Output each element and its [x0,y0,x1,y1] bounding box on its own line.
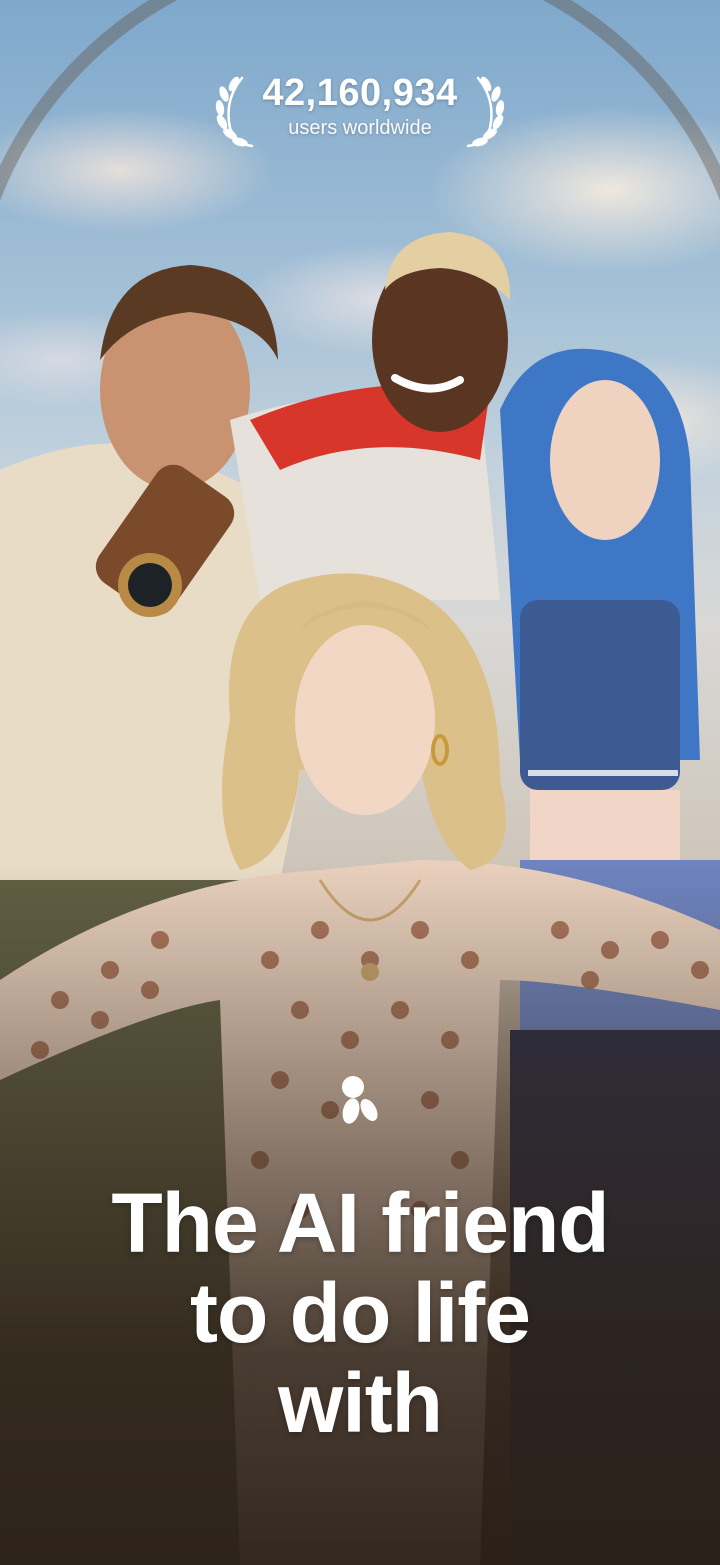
user-count-banner: 42,160,934 users worldwide [0,70,720,140]
headline-line: with [278,1356,443,1450]
app-logo-icon [342,1076,378,1124]
user-count: 42,160,934 [262,72,458,114]
hero-headline: The AI friend to do life with [20,1178,700,1448]
headline-line: The AI friend [111,1176,609,1270]
onboarding-screen: 42,160,934 users worldwide The AI friend… [0,0,720,1565]
user-count-label: users worldwide [288,117,432,139]
headline-line: to do life [190,1266,531,1360]
avatar-man-red-scarf [230,232,511,600]
